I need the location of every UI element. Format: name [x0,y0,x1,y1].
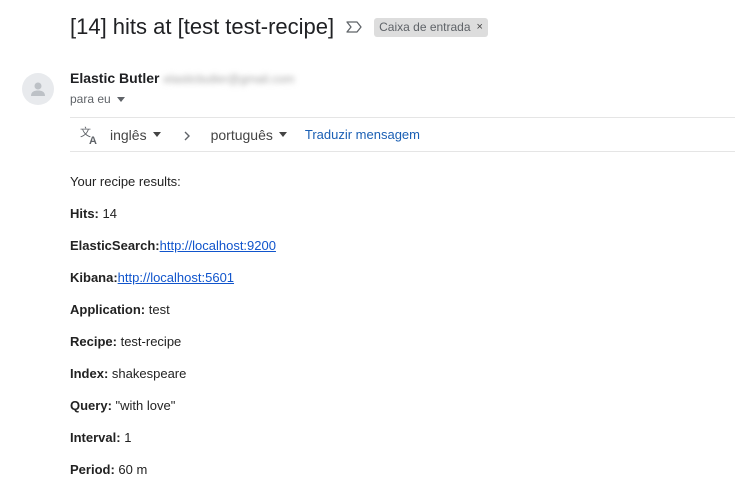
translate-icon: 文 A [80,125,100,147]
recipient-details-toggle[interactable]: para eu [70,92,294,106]
period-label: Period: [70,462,115,477]
remove-label-icon[interactable]: × [477,21,483,33]
hits-row: Hits: 14 [70,206,276,222]
sender-email: elasticbutler@gmail.com [163,72,295,86]
kibana-link[interactable]: http://localhost:5601 [118,270,234,285]
period-value: 60 m [118,462,148,477]
query-row: Query: "with love" [70,398,276,414]
svg-text:A: A [89,135,97,145]
recipe-label: Recipe: [70,334,117,349]
email-subject: [14] hits at [test test-recipe] [70,14,335,39]
target-language-select[interactable]: português [211,127,287,143]
interval-label: Interval: [70,430,121,445]
email-view: [14] hits at [test test-recipe] Caixa de… [0,0,735,500]
person-icon [31,82,45,96]
hits-label: Hits: [70,206,99,221]
label-chip-text: Caixa de entrada [379,20,471,34]
chevron-down-icon [152,132,161,137]
important-marker-icon[interactable] [346,20,364,34]
application-label: Application: [70,302,146,317]
query-value: "with love" [115,398,176,413]
email-body: Your recipe results: Hits: 14 ElasticSea… [70,174,276,494]
index-row: Index: shakespeare [70,366,276,382]
elasticsearch-label: ElasticSearch: [70,238,160,253]
query-label: Query: [70,398,112,413]
recipient-label: para eu [70,92,111,106]
kibana-label: Kibana: [70,270,118,285]
hits-value: 14 [102,206,117,221]
chevron-down-icon[interactable] [116,96,125,102]
sender-name: Elastic Butler [70,70,160,86]
recipe-value: test-recipe [120,334,182,349]
index-label: Index: [70,366,109,381]
target-language-label: português [210,126,273,143]
subject-row: [14] hits at [test test-recipe] Caixa de… [70,12,488,42]
recipe-row: Recipe: test-recipe [70,334,276,350]
elasticsearch-link[interactable]: http://localhost:9200 [160,238,276,253]
chevron-right-icon [181,129,193,141]
sender-block: Elastic Butler elasticbutler@gmail.com p… [70,70,294,106]
elasticsearch-row: ElasticSearch:http://localhost:9200 [70,238,276,254]
interval-value: 1 [124,430,132,445]
chevron-down-icon [278,132,287,137]
translate-message-link[interactable]: Traduzir mensagem [305,127,420,142]
translate-bar: 文 A inglês português Traduzir mensagem [70,117,735,152]
sender-line: Elastic Butler elasticbutler@gmail.com [70,70,294,88]
inbox-label-chip[interactable]: Caixa de entrada × [374,17,488,37]
intro-text: Your recipe results: [70,174,181,189]
sender-avatar [22,73,54,105]
application-row: Application: test [70,302,276,318]
kibana-row: Kibana:http://localhost:5601 [70,270,276,286]
source-language-label: inglês [110,126,147,143]
period-row: Period: 60 m [70,462,276,478]
index-value: shakespeare [111,366,187,381]
source-language-select[interactable]: inglês [110,127,161,143]
application-value: test [148,302,170,317]
interval-row: Interval: 1 [70,430,276,446]
